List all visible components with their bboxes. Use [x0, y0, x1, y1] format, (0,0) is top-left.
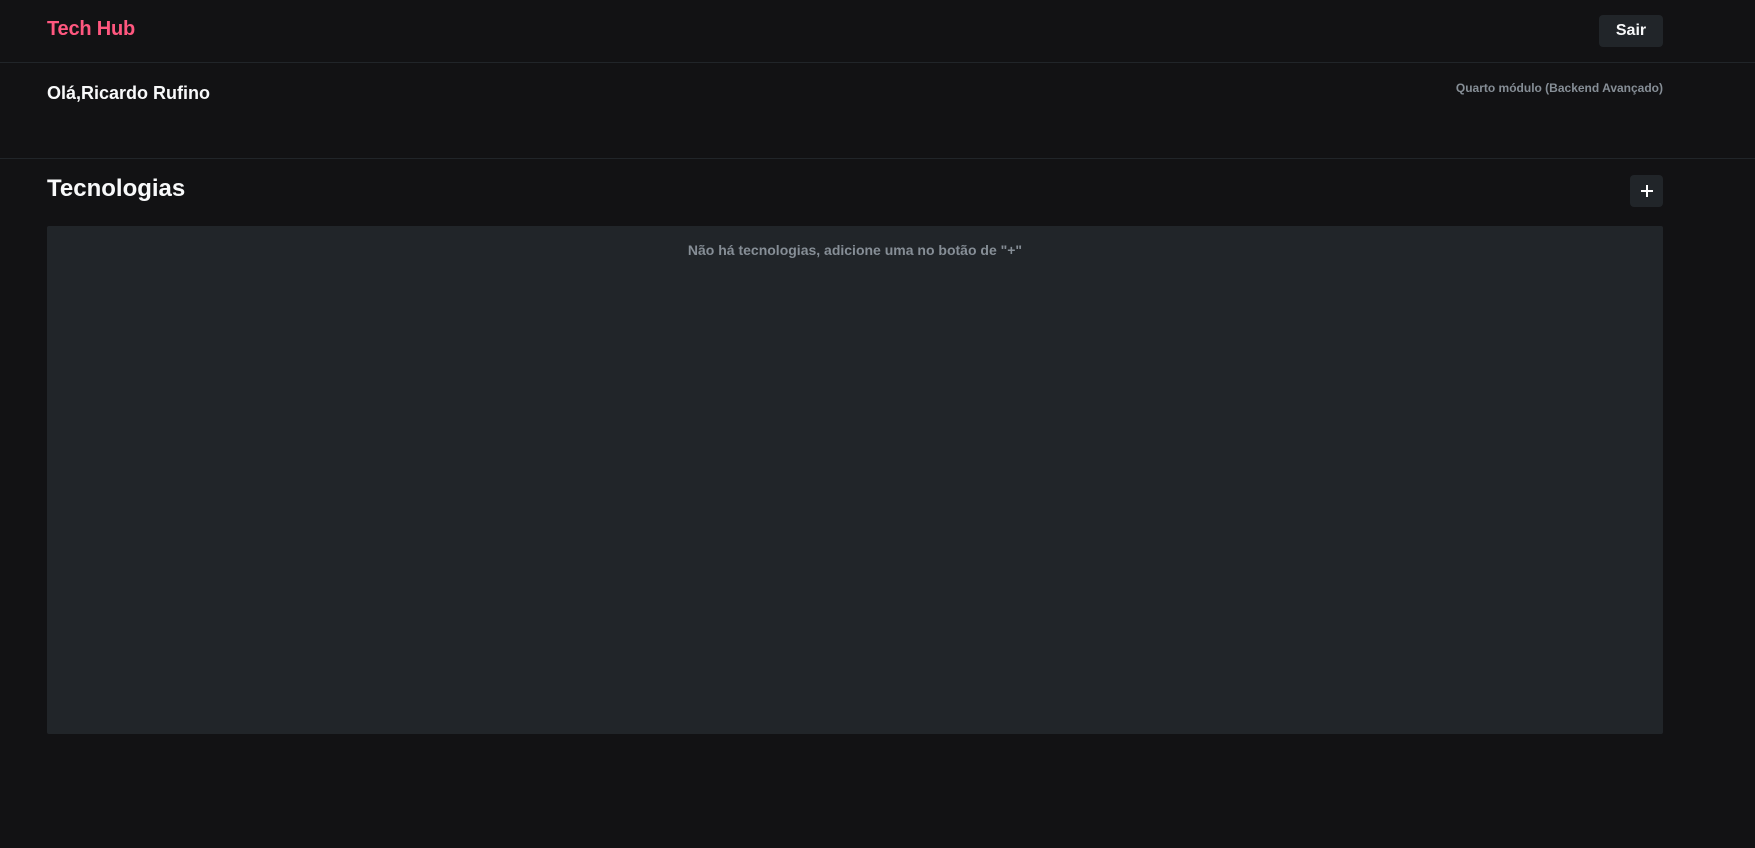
plus-icon [1640, 185, 1653, 197]
technologies-title: Tecnologias [47, 175, 186, 202]
course-module: Quarto módulo (Backend Avançado) [1455, 81, 1663, 95]
top-header: Tech Hub Sair [0, 0, 1755, 63]
user-greeting: Olá,Ricardo Rufino [47, 83, 211, 103]
user-profile-section: Olá,Ricardo Rufino Quarto módulo (Backen… [0, 64, 1755, 159]
logout-button[interactable]: Sair [1599, 15, 1663, 47]
technologies-list: Não há tecnologias, adicione uma no botã… [47, 226, 1663, 734]
add-technology-button[interactable] [1630, 175, 1663, 207]
app-logo: Tech Hub [47, 18, 136, 40]
empty-technologies-message: Não há tecnologias, adicione uma no botã… [687, 242, 1023, 258]
dashboard-page: Tech Hub Sair Olá,Ricardo Rufino Quarto … [0, 0, 1755, 848]
